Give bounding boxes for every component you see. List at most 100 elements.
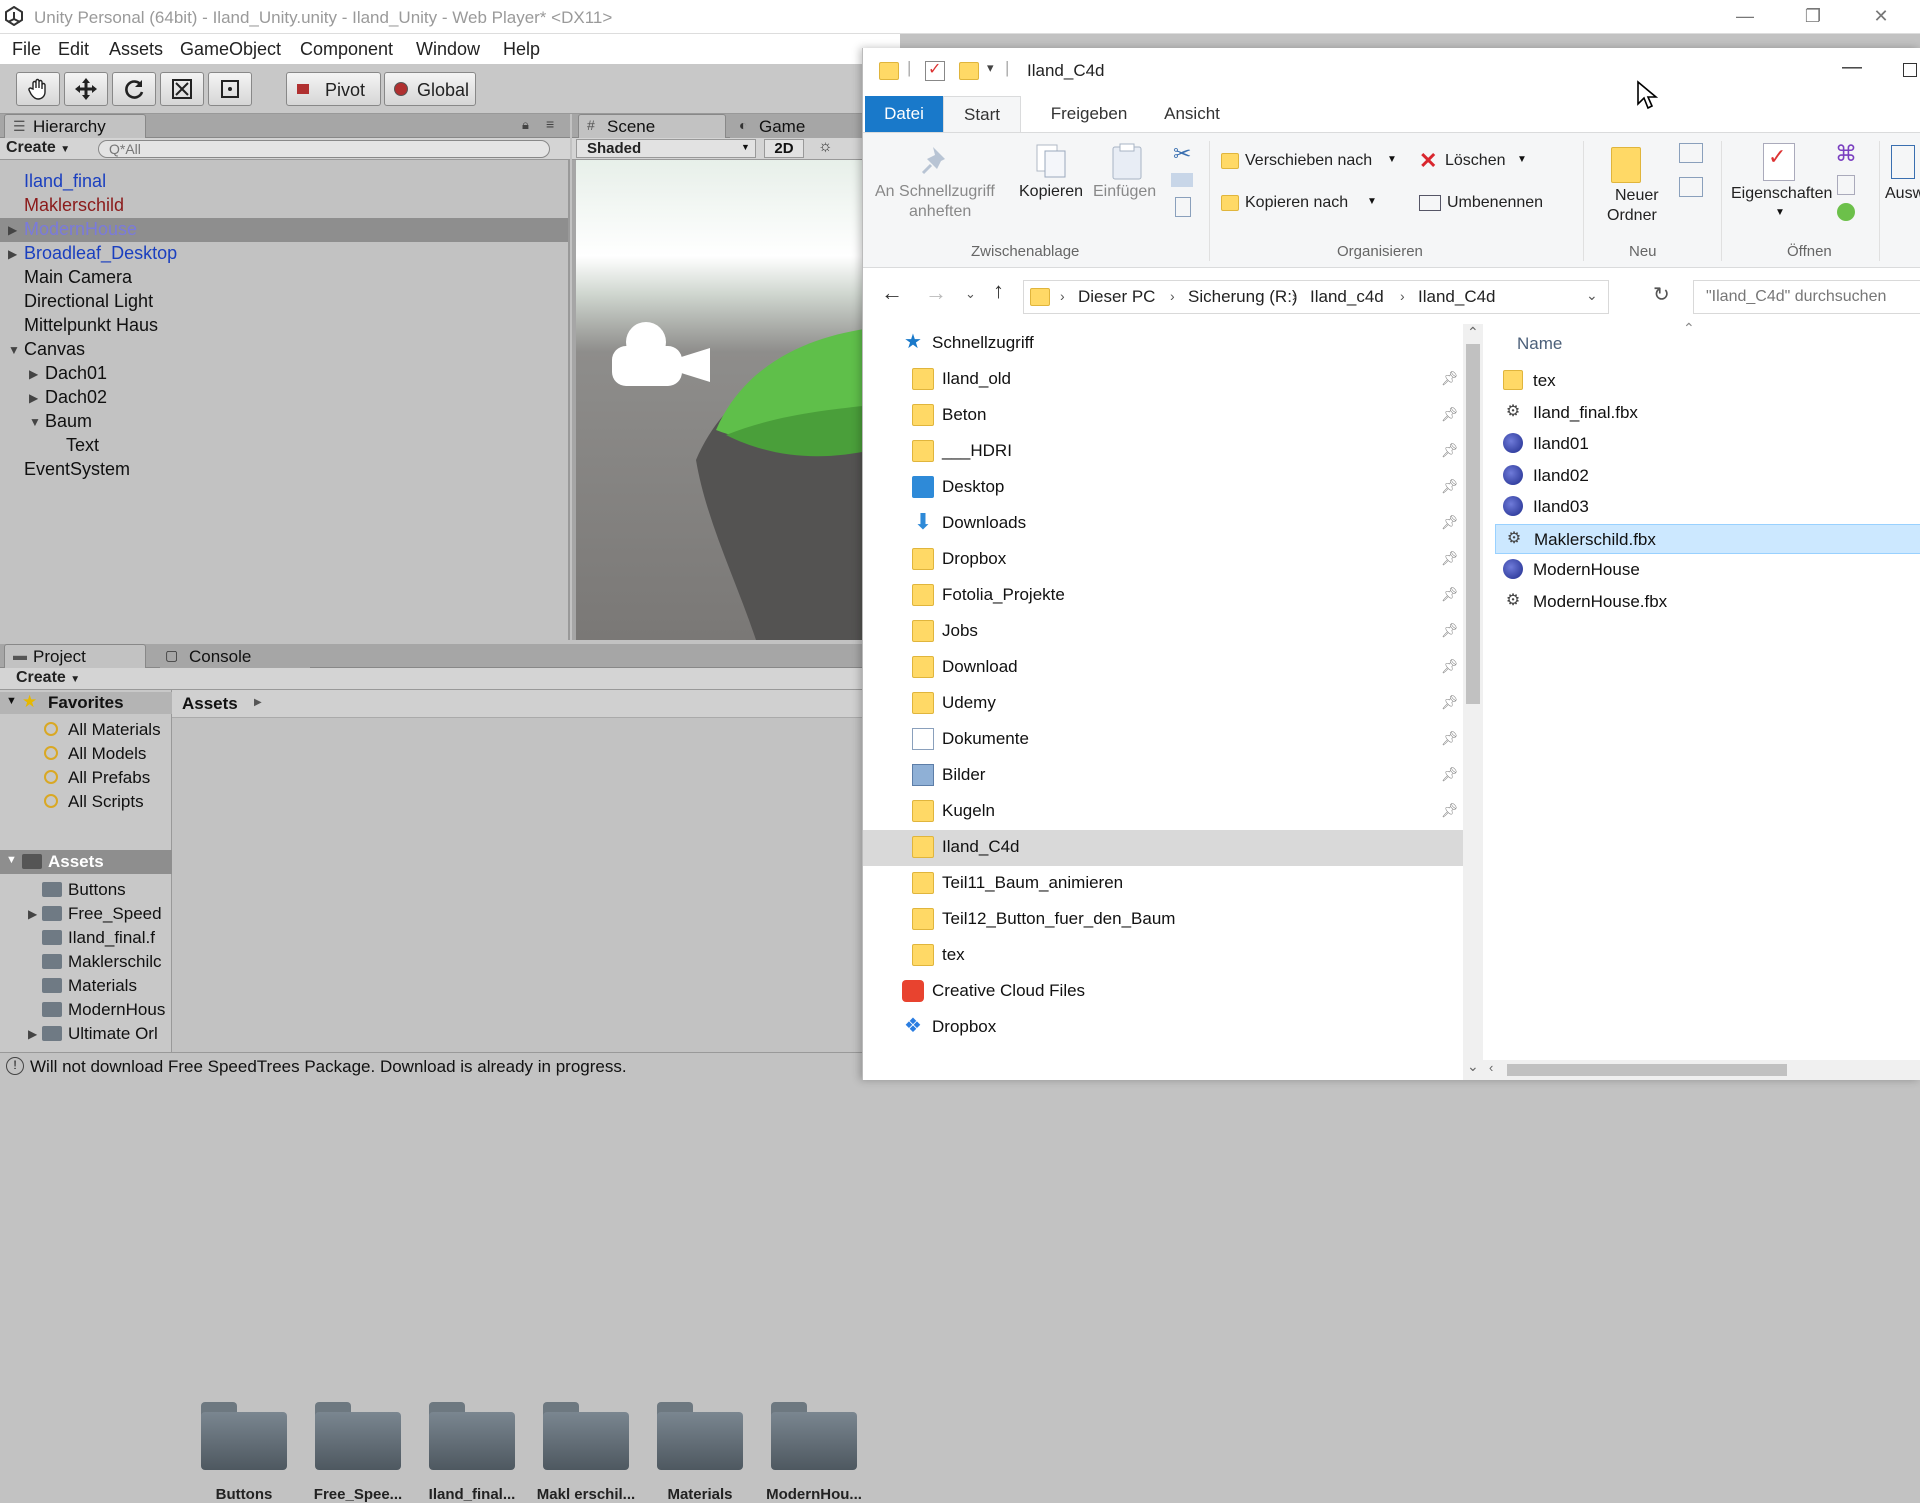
rotate-tool-button[interactable]: [112, 72, 156, 106]
assets-header[interactable]: ▼ Assets: [0, 850, 172, 874]
pin-icon[interactable]: 📌︎: [1441, 478, 1459, 495]
file-list-item[interactable]: ⚙ Maklerschild.fbx: [1495, 523, 1920, 554]
favorites-header[interactable]: ▼ ★ Favorites: [0, 692, 172, 714]
hierarchy-item[interactable]: EventSystem: [0, 458, 568, 482]
nav-item[interactable]: Jobs 📌︎: [863, 614, 1463, 650]
favorite-item[interactable]: All Scripts: [0, 790, 172, 814]
assets-tree-item[interactable]: ▶ Free_Speed: [0, 902, 172, 926]
hierarchy-item[interactable]: ▶ ModernHouse: [0, 218, 568, 242]
hierarchy-item[interactable]: Text: [0, 434, 568, 458]
hierarchy-item[interactable]: Mittelpunkt Haus: [0, 314, 568, 338]
new-item-icon[interactable]: [1679, 143, 1703, 163]
nav-item[interactable]: Beton 📌︎: [863, 398, 1463, 434]
expand-arrow-icon[interactable]: ▼: [29, 415, 41, 429]
menu-gameobject[interactable]: GameObject: [180, 39, 281, 60]
copy-path-icon[interactable]: [1171, 173, 1193, 187]
asset-folder-label[interactable]: Iland_final...: [417, 1486, 527, 1503]
favorite-item[interactable]: All Prefabs: [0, 766, 172, 790]
open-with-icon[interactable]: ⌘: [1835, 141, 1857, 167]
tab-hierarchy[interactable]: ☰ Hierarchy: [4, 114, 146, 138]
nav-item[interactable]: Download 📌︎: [863, 650, 1463, 686]
hand-tool-button[interactable]: [16, 72, 60, 106]
name-column-header[interactable]: Name: [1517, 334, 1562, 354]
rect-tool-button[interactable]: [208, 72, 252, 106]
folder-icon[interactable]: [771, 1402, 857, 1470]
nav-item[interactable]: Creative Cloud Files: [863, 974, 1463, 1010]
lock-icon[interactable]: 🔒︎: [522, 117, 529, 133]
edit-icon[interactable]: [1837, 175, 1855, 195]
hierarchy-item[interactable]: Main Camera: [0, 266, 568, 290]
search-input[interactable]: "Iland_C4d" durchsuchen: [1693, 280, 1920, 314]
breadcrumb-assets[interactable]: Assets: [182, 694, 238, 714]
folder-icon[interactable]: [657, 1402, 743, 1470]
tab-ansicht[interactable]: Ansicht: [1153, 96, 1231, 132]
select-button[interactable]: Ausw: [1885, 139, 1920, 237]
assets-tree-item[interactable]: Buttons: [0, 878, 172, 902]
pin-icon[interactable]: 📌︎: [1441, 694, 1459, 711]
hierarchy-item[interactable]: Iland_final: [0, 170, 568, 194]
crumb-iland-c4d[interactable]: Iland_C4d: [1418, 287, 1496, 307]
menu-component[interactable]: Component: [300, 39, 393, 60]
expand-arrow-icon[interactable]: ▼: [8, 343, 20, 357]
assets-tree-item[interactable]: ▶ Ultimate Orl: [0, 1022, 172, 1046]
panel-menu-icon[interactable]: ≡: [546, 116, 554, 132]
file-list-item[interactable]: ⚙ ModernHouse.fbx: [1495, 587, 1920, 617]
address-box[interactable]: › Dieser PC › Sicherung (R:) › Iland_c4d…: [1023, 280, 1609, 314]
minimize-button[interactable]: —: [1842, 56, 1862, 79]
tab-project[interactable]: ▬ Project: [4, 644, 146, 668]
file-list-item[interactable]: ⚙ Iland_final.fbx: [1495, 398, 1920, 428]
hscroll-thumb[interactable]: [1507, 1064, 1787, 1076]
mode-2d-button[interactable]: 2D: [764, 139, 804, 158]
nav-item[interactable]: Dropbox 📌︎: [863, 542, 1463, 578]
camera-gizmo-icon[interactable]: [606, 316, 716, 396]
pivot-toggle-button[interactable]: Pivot: [286, 72, 381, 106]
crumb-iland-c4d-parent[interactable]: Iland_c4d: [1310, 287, 1384, 307]
tab-freigeben[interactable]: Freigeben: [1039, 96, 1139, 132]
up-arrow-icon[interactable]: ↑: [993, 278, 1004, 304]
nav-item[interactable]: Kugeln 📌︎: [863, 794, 1463, 830]
hierarchy-item[interactable]: ▶ Dach01: [0, 362, 568, 386]
file-list-item[interactable]: tex: [1495, 366, 1920, 396]
asset-folder-label[interactable]: Makl erschil...: [531, 1486, 641, 1503]
favorite-item[interactable]: All Materials: [0, 718, 172, 742]
tab-start[interactable]: Start: [943, 96, 1021, 132]
minimize-button[interactable]: —: [1712, 0, 1778, 34]
move-to-button[interactable]: Verschieben nach ▼: [1219, 149, 1399, 177]
assets-tree-item[interactable]: ModernHous: [0, 998, 172, 1022]
hierarchy-item[interactable]: ▼ Baum: [0, 410, 568, 434]
scroll-left-chevron-icon[interactable]: ‹: [1489, 1060, 1493, 1075]
quick-access-dropdown-icon[interactable]: ▾: [987, 60, 994, 76]
folder-icon[interactable]: [429, 1402, 515, 1470]
copy-to-button[interactable]: Kopieren nach ▼: [1219, 191, 1399, 219]
nav-item[interactable]: Fotolia_Projekte 📌︎: [863, 578, 1463, 614]
shading-dropdown[interactable]: Shaded ▼: [576, 139, 756, 158]
pin-icon[interactable]: 📌︎: [1441, 802, 1459, 819]
nav-item[interactable]: ❖ Dropbox: [863, 1010, 1463, 1046]
nav-item[interactable]: Iland_C4d: [863, 830, 1463, 866]
favorite-item[interactable]: All Models: [0, 742, 172, 766]
hierarchy-item[interactable]: Directional Light: [0, 290, 568, 314]
pin-icon[interactable]: 📌︎: [1441, 586, 1459, 603]
copy-button[interactable]: Kopieren: [1013, 139, 1091, 237]
nav-item[interactable]: ___HDRI 📌︎: [863, 434, 1463, 470]
back-arrow-icon[interactable]: ←: [881, 280, 903, 306]
new-folder-quick-icon[interactable]: [959, 62, 979, 80]
nav-item[interactable]: ⬇ Downloads 📌︎: [863, 506, 1463, 542]
forward-arrow-icon[interactable]: →: [925, 280, 947, 306]
menu-file[interactable]: File: [12, 39, 41, 60]
project-create-button[interactable]: Create ▼: [16, 669, 80, 687]
crumb-dieser-pc[interactable]: Dieser PC: [1078, 287, 1155, 307]
nav-item[interactable]: Teil12_Button_fuer_den_Baum: [863, 902, 1463, 938]
scrollbar-thumb[interactable]: [1466, 344, 1480, 704]
properties-quick-icon[interactable]: ✓: [925, 61, 945, 81]
file-list-item[interactable]: Iland01: [1495, 429, 1920, 459]
pin-icon[interactable]: 📌︎: [1441, 514, 1459, 531]
pin-quick-access-button[interactable]: An Schnellzugriff anheften: [867, 139, 1007, 237]
nav-item[interactable]: tex: [863, 938, 1463, 974]
asset-folder-label[interactable]: Buttons: [189, 1486, 299, 1503]
cut-icon[interactable]: ✂: [1173, 141, 1191, 167]
sun-lighting-icon[interactable]: ☼: [818, 138, 833, 156]
nav-item[interactable]: Bilder 📌︎: [863, 758, 1463, 794]
new-folder-button[interactable]: Neuer Ordner: [1591, 139, 1671, 237]
pin-icon[interactable]: 📌︎: [1441, 658, 1459, 675]
